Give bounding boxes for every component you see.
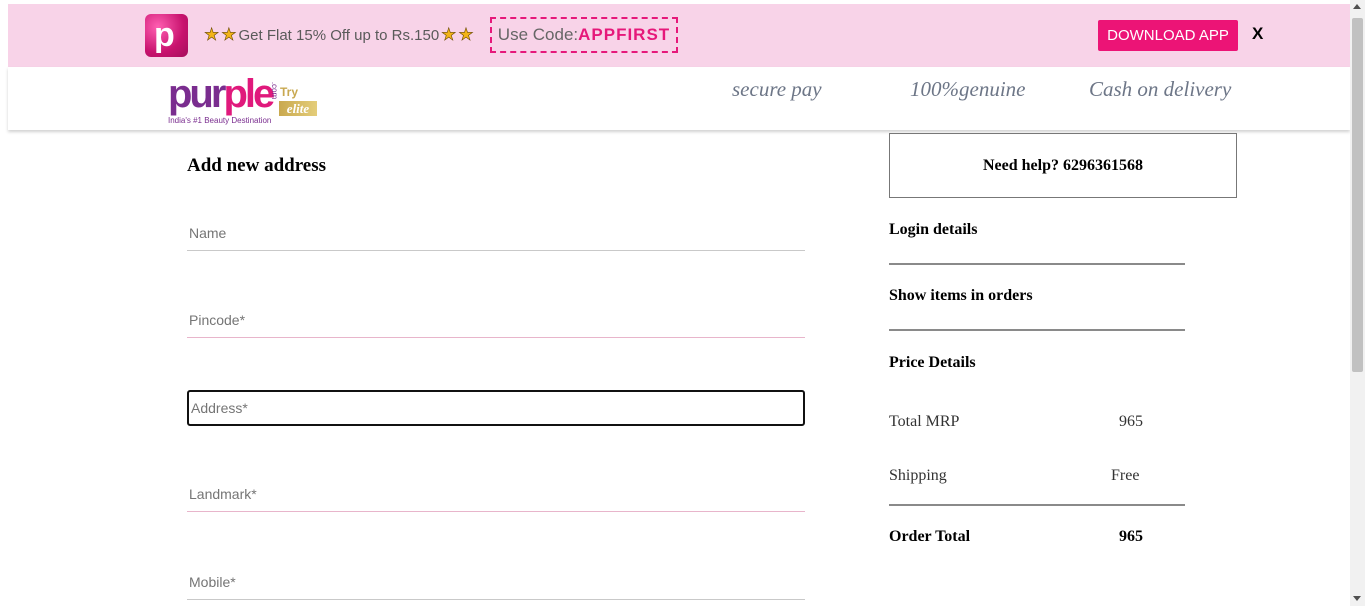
pincode-field[interactable] [187,302,805,338]
brand-wordmark: purple [168,72,275,116]
download-app-button[interactable]: DOWNLOAD APP [1098,20,1238,51]
login-details-heading[interactable]: Login details [889,221,977,239]
scroll-down-arrow-icon[interactable] [1353,596,1361,601]
total-mrp-value: 965 [1119,413,1143,430]
app-logo-icon: p [145,14,188,57]
star-icon: ★ [441,25,457,44]
close-banner-button[interactable]: X [1252,24,1263,44]
genuine-label: 100%genuine [910,77,1026,101]
star-icon: ★ [458,25,474,44]
brand-tagline: India's #1 Beauty Destination [168,116,272,125]
divider [889,329,1185,331]
shipping-label: Shipping [889,467,947,484]
brand-com: .com [270,81,280,100]
mobile-field[interactable] [187,564,805,600]
promo-code-box: Use Code: APPFIRST [490,17,678,53]
purplle-logo[interactable]: purple .com India's #1 Beauty Destinatio… [168,70,328,130]
order-total-label: Order Total [889,528,971,545]
offer-text: ★ ★ Get Flat 15% Off up to Rs.150 ★ ★ [204,25,474,44]
landmark-field[interactable] [187,476,805,512]
app-logo-letter: p [154,16,175,54]
offer-label: Get Flat 15% Off up to Rs.150 [238,26,440,44]
promo-code: APPFIRST [578,25,671,44]
elite-badge[interactable]: elite [279,101,317,116]
shipping-value: Free [1111,467,1140,484]
scroll-up-arrow-icon[interactable] [1353,4,1361,9]
brand-wordmark-part1: pur [168,72,226,116]
try-elite-label[interactable]: Try [280,85,298,99]
order-total-value: 965 [1119,528,1143,545]
total-mrp-label: Total MRP [889,413,960,430]
brand-wordmark-part2: ple [223,72,275,116]
scrollbar-thumb[interactable] [1352,18,1363,372]
promo-code-prefix: Use Code: [497,25,579,44]
divider [889,263,1185,265]
promo-banner: p ★ ★ Get Flat 15% Off up to Rs.150 ★ ★ Use … [8,4,1350,67]
price-details-heading: Price Details [889,354,976,371]
show-items-heading[interactable]: Show items in orders [889,287,1033,305]
help-text: Need help? 6296361568 [983,156,1143,174]
site-header: purple .com India's #1 Beauty Destinatio… [8,67,1350,130]
help-box[interactable]: Need help? 6296361568 [889,133,1237,198]
cod-label: Cash on delivery [1089,77,1232,101]
star-icon: ★ [221,25,237,44]
star-icon: ★ [204,25,220,44]
form-title: Add new address [187,155,327,176]
divider [889,504,1185,506]
secure-pay-label: secure pay [732,77,822,101]
name-field[interactable] [187,215,805,251]
address-field[interactable] [187,390,805,426]
